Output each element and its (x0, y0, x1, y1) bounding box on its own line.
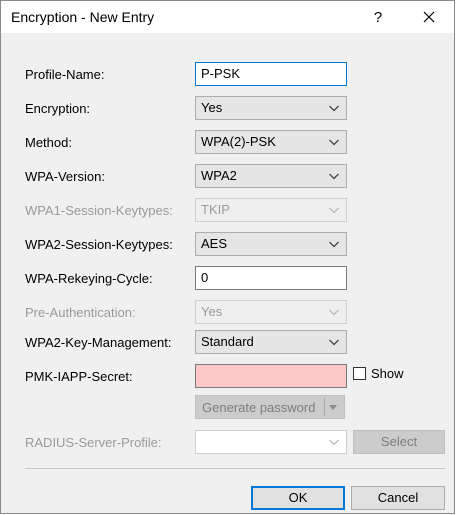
footer-divider (25, 468, 445, 469)
wpa1-session-keytypes-select[interactable]: TKIP (195, 198, 347, 222)
wpa-version-label: WPA-Version: (25, 169, 105, 184)
pmk-iapp-secret-row: PMK-IAPP-Secret: Show (1, 364, 454, 390)
wpa-rekeying-cycle-row: WPA-Rekeying-Cycle: 0 (1, 266, 454, 292)
help-button[interactable]: ? (361, 5, 395, 29)
wpa1-session-keytypes-row: WPA1-Session-Keytypes: TKIP (1, 198, 454, 224)
profile-name-value: P-PSK (201, 66, 241, 81)
window-title: Encryption - New Entry (11, 9, 155, 25)
wpa-version-row: WPA-Version: WPA2 (1, 164, 454, 190)
chevron-down-icon (329, 309, 339, 316)
wpa1-session-keytypes-value: TKIP (201, 202, 230, 217)
pre-authentication-label: Pre-Authentication: (25, 305, 136, 320)
wpa2-session-keytypes-label: WPA2-Session-Keytypes: (25, 237, 173, 252)
wpa2-key-management-value: Standard (201, 334, 254, 349)
method-select[interactable]: WPA(2)-PSK (195, 130, 347, 154)
chevron-down-icon (329, 105, 339, 112)
profile-name-label: Profile-Name: (25, 67, 105, 82)
wpa-version-select[interactable]: WPA2 (195, 164, 347, 188)
ok-button-label: OK (288, 490, 308, 505)
encryption-select[interactable]: Yes (195, 96, 347, 120)
wpa2-session-keytypes-select[interactable]: AES (195, 232, 347, 256)
wpa1-session-keytypes-label: WPA1-Session-Keytypes: (25, 203, 173, 218)
wpa2-key-management-select[interactable]: Standard (195, 330, 347, 354)
cancel-button-label: Cancel (377, 490, 419, 505)
pmk-iapp-secret-field[interactable] (195, 364, 347, 388)
wpa2-key-management-row: WPA2-Key-Management: Standard (1, 330, 454, 356)
wpa-rekeying-cycle-label: WPA-Rekeying-Cycle: (25, 271, 153, 286)
wpa2-session-keytypes-row: WPA2-Session-Keytypes: AES (1, 232, 454, 258)
wpa2-key-management-label: WPA2-Key-Management: (25, 335, 172, 350)
encryption-label: Encryption: (25, 101, 91, 116)
chevron-down-icon (329, 207, 339, 214)
ok-button[interactable]: OK (251, 486, 345, 510)
chevron-down-icon (329, 139, 339, 146)
radius-server-profile-label: RADIUS-Server-Profile: (25, 435, 162, 450)
chevron-down-icon (329, 173, 339, 180)
radius-server-profile-select[interactable] (195, 430, 347, 454)
profile-name-row: Profile-Name: P-PSK (1, 62, 454, 88)
pre-authentication-select[interactable]: Yes (195, 300, 347, 324)
chevron-down-icon (329, 241, 339, 248)
pmk-iapp-secret-label: PMK-IAPP-Secret: (25, 369, 133, 384)
chevron-down-icon (329, 439, 339, 446)
show-secret-label: Show (371, 366, 404, 381)
generate-password-button[interactable]: Generate password (195, 395, 345, 419)
triangle-down-icon[interactable] (328, 402, 338, 412)
title-bar: Encryption - New Entry ? (1, 1, 454, 33)
wpa-rekeying-cycle-field[interactable]: 0 (195, 266, 347, 290)
wpa-rekeying-cycle-value: 0 (201, 270, 209, 285)
method-label: Method: (25, 135, 72, 150)
method-row: Method: WPA(2)-PSK (1, 130, 454, 156)
wpa-version-value: WPA2 (201, 168, 237, 183)
close-icon (423, 11, 435, 23)
split-divider (324, 398, 325, 416)
profile-name-field[interactable]: P-PSK (195, 62, 347, 86)
chevron-down-icon (329, 339, 339, 346)
cancel-button[interactable]: Cancel (351, 486, 445, 510)
radius-server-profile-row: RADIUS-Server-Profile: Select (1, 430, 454, 456)
close-button[interactable] (411, 5, 447, 29)
select-button[interactable]: Select (353, 430, 445, 454)
help-icon: ? (373, 8, 383, 26)
show-secret-checkbox[interactable] (353, 367, 366, 380)
encryption-dialog: Encryption - New Entry ? Profile-Name: P… (0, 0, 455, 514)
generate-password-label: Generate password (202, 400, 316, 415)
encryption-value: Yes (201, 100, 223, 115)
select-button-label: Select (380, 434, 418, 449)
encryption-row: Encryption: Yes (1, 96, 454, 122)
pre-authentication-row: Pre-Authentication: Yes (1, 300, 454, 326)
wpa2-session-keytypes-value: AES (201, 236, 228, 251)
method-value: WPA(2)-PSK (201, 134, 276, 149)
pre-authentication-value: Yes (201, 304, 223, 319)
